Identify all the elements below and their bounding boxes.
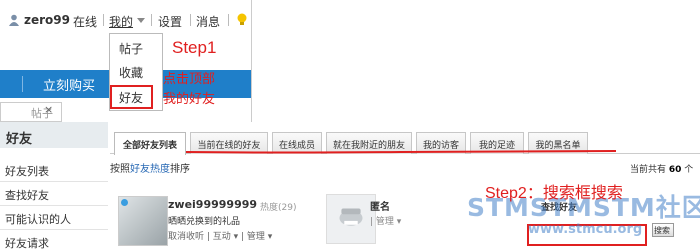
sort-by-heat-link[interactable]: 好友热度 (130, 164, 170, 175)
step1-note-line2: 我的好友 (163, 91, 216, 106)
step1-note-line1: 点击顶部 (163, 71, 216, 86)
friends-highlight-box (110, 85, 153, 109)
step2-label: Step2：搜索框搜索 (485, 185, 623, 202)
friend-total: 当前共有 60 个 (630, 162, 693, 175)
sidebar-item-may-know[interactable]: 可能认识的人 (0, 206, 108, 230)
avatar[interactable] (118, 196, 168, 246)
total-suffix: 个 (684, 165, 694, 175)
friend-status-text[interactable]: 晒晒兑换到的礼品 (168, 214, 240, 227)
divider (22, 76, 23, 92)
watermark-url: www.stmcu.org (528, 222, 643, 237)
divider (228, 14, 229, 26)
anonymous-card: 匿名 | 管理 ▾ (326, 192, 476, 252)
step1-note: 点击顶部 我的好友 (163, 69, 215, 109)
sidebar-item-friend-list[interactable]: 好友列表 (0, 158, 108, 182)
sidebar-item-find-friends[interactable]: 查找好友 (0, 182, 108, 206)
user-icon (9, 14, 19, 26)
settings-link[interactable]: 设置 (158, 13, 182, 30)
chevron-down-icon[interactable] (137, 18, 145, 23)
my-menu-link[interactable]: 我的 (109, 13, 133, 30)
username-link[interactable]: zero99 (24, 13, 70, 27)
anonymous-name: 匿名 (370, 202, 390, 213)
step1-label: Step1 (172, 38, 217, 57)
search-button[interactable]: 搜索 (652, 223, 674, 237)
total-prefix: 当前共有 (630, 165, 667, 175)
friend-username[interactable]: zwei99999999 (168, 198, 257, 211)
friend-actions[interactable]: 取消收听 | 互动 ▾ | 管理 ▾ (168, 229, 272, 242)
friend-card: zwei99999999 热度(29) 晒晒兑换到的礼品 取消收听 | 互动 ▾… (110, 192, 310, 252)
sort-line: 按照好友热度排序 (110, 160, 190, 175)
sort-suffix: 排序 (170, 164, 190, 175)
messages-link[interactable]: 消息 (196, 13, 220, 30)
tabs-underline-annotation (186, 150, 616, 154)
total-count: 60 (668, 165, 682, 175)
divider (151, 14, 152, 26)
online-status: 在线 (73, 15, 98, 29)
menu-item-favorites[interactable]: 收藏 (110, 60, 162, 84)
lightbulb-icon[interactable] (236, 13, 248, 27)
divider (103, 14, 104, 26)
friend-heat: 热度(29) (260, 203, 297, 213)
sidebar-title: 好友 (0, 122, 108, 148)
top-user-bar: zero99 在线 我的 设置 消息 (0, 8, 251, 34)
close-icon[interactable]: × (44, 103, 53, 116)
sub-search-bar: 帖子 × (0, 100, 110, 122)
friends-sidebar: 好友 好友列表 查找好友 可能认识的人 好友请求 (0, 122, 108, 252)
anonymous-manage[interactable]: | 管理 ▾ (370, 214, 401, 227)
divider (190, 14, 191, 26)
sort-prefix: 按照 (110, 164, 130, 175)
tab-all-friends[interactable]: 全部好友列表 (114, 132, 186, 155)
sidebar-item-friend-requests[interactable]: 好友请求 (0, 230, 108, 252)
anonymous-avatar-icon (326, 194, 376, 244)
online-dot-icon (121, 199, 128, 206)
menu-item-posts[interactable]: 帖子 (110, 36, 162, 60)
buy-now-link[interactable]: 立刻购买 (43, 75, 95, 94)
